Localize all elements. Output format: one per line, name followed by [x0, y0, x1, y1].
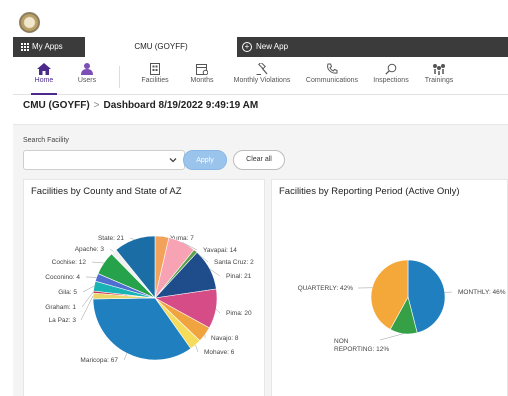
- nav-home-label: Home: [34, 77, 54, 84]
- county-leader-gila: [82, 285, 95, 293]
- breadcrumb-separator: >: [93, 100, 100, 111]
- tab-my-apps[interactable]: My Apps: [13, 37, 85, 57]
- county-label-pinal: Pinal: 21: [226, 273, 252, 280]
- apply-button[interactable]: Apply: [183, 150, 227, 170]
- clear-all-button[interactable]: Clear all: [233, 150, 285, 170]
- add-icon: +: [242, 42, 252, 52]
- nav-home[interactable]: Home: [31, 63, 57, 95]
- nav-facilities-label: Facilities: [141, 77, 169, 84]
- nav-months[interactable]: Months: [187, 63, 217, 93]
- county-leader-maricopa: [123, 353, 128, 361]
- county-label-yavapai: Yavapai: 14: [203, 247, 237, 254]
- county-chart-panel: Yuma: 7 Yavapai: 14 Santa Cruz: 2 Pinal: 21…: [23, 179, 265, 396]
- reporting-chart-panel: MONTHLY: 46% NON REPORTING: 12% QUARTERLY: …: [271, 179, 508, 396]
- search-facility-select[interactable]: [23, 150, 185, 170]
- county-label-la-paz: La Paz: 3: [49, 317, 77, 324]
- reporting-leader-non-reporting: [379, 333, 404, 341]
- county-label-apache: Apache: 3: [75, 246, 105, 253]
- building-icon: [150, 63, 160, 75]
- tab-new-app[interactable]: + New App: [241, 37, 331, 57]
- chevron-down-icon: [169, 158, 177, 163]
- magnifier-icon: [385, 63, 397, 75]
- county-label-navajo: Navajo: 8: [211, 335, 239, 342]
- nav-inspections[interactable]: Inspections: [371, 63, 411, 93]
- gavel-icon: [256, 63, 268, 75]
- tab-cmu-label: CMU (GOYFF): [134, 42, 188, 51]
- county-leader-state: [129, 237, 135, 240]
- app-tab-bar: My Apps CMU (GOYFF) + New App: [13, 37, 508, 57]
- page-title: Dashboard 8/19/2022 9:49:19 AM: [103, 100, 259, 111]
- users-icon: [81, 63, 93, 75]
- county-label-coconino: Coconino: 4: [45, 274, 80, 281]
- reporting-pie-chart: MONTHLY: 46% NON REPORTING: 12% QUARTERLY: …: [298, 259, 506, 353]
- nav-trainings[interactable]: Trainings: [423, 63, 455, 93]
- nav-divider: [119, 66, 120, 88]
- county-label-state: State: 21: [98, 235, 124, 242]
- county-label-mohave: Mohave: 6: [204, 349, 235, 356]
- home-icon: [37, 63, 51, 75]
- nav-monthly-violations[interactable]: Monthly Violations: [229, 63, 295, 93]
- breadcrumb: CMU (GOYFF) > Dashboard 8/19/2022 9:49:19 …: [23, 100, 258, 114]
- nav-communications-label: Communications: [305, 77, 359, 84]
- county-label-graham: Graham: 1: [45, 304, 76, 311]
- nav-users-label: Users: [77, 77, 97, 84]
- county-label-pima: Pima: 20: [226, 310, 252, 317]
- app-header: [0, 0, 508, 36]
- calendar-icon: [196, 64, 208, 75]
- nav-monthly-violations-label: Monthly Violations: [233, 77, 291, 84]
- nav-inspections-label: Inspections: [373, 77, 409, 84]
- county-label-maricopa: Maricopa: 67: [80, 357, 118, 364]
- reporting-label-monthly: MONTHLY: 46%: [458, 289, 506, 296]
- tab-my-apps-label: My Apps: [32, 42, 63, 51]
- state-seal-logo: [19, 12, 40, 33]
- tab-new-app-label: New App: [256, 42, 289, 51]
- county-leader-pima: [215, 308, 221, 314]
- nav-communications[interactable]: Communications: [303, 63, 361, 93]
- county-label-cochise: Cochise: 12: [52, 259, 87, 266]
- reporting-label-quarterly: QUARTERLY: 42%: [298, 285, 354, 292]
- county-leader-graham: [81, 291, 94, 308]
- nav-facilities[interactable]: Facilities: [138, 63, 172, 93]
- grid-icon: [21, 43, 29, 51]
- training-icon: [433, 64, 445, 75]
- search-facility-label: Search Facility: [23, 137, 69, 144]
- county-pie-chart: Yuma: 7Yavapai: 14Santa Cruz: 2Pinal: 21…: [45, 235, 254, 364]
- nav-months-label: Months: [190, 77, 214, 84]
- county-label-santa-cruz: Santa Cruz: 2: [214, 259, 254, 266]
- county-leader-la-paz: [80, 295, 94, 321]
- breadcrumb-root[interactable]: CMU (GOYFF): [23, 100, 90, 111]
- county-chart-title: Facilities by County and State of AZ: [31, 186, 182, 197]
- county-label-gila: Gila: 5: [58, 289, 77, 296]
- nav-users[interactable]: Users: [75, 63, 99, 93]
- dashboard-content: Search Facility Apply Clear all Yuma: 7Y…: [13, 124, 508, 396]
- tab-cmu-goyff[interactable]: CMU (GOYFF): [85, 37, 237, 57]
- county-leader-mohave: [195, 344, 199, 353]
- main-navigation: Home Users Facilities Months Monthly Vio: [13, 57, 508, 95]
- county-leader-cochise: [91, 261, 104, 264]
- reporting-chart-title: Facilities by Reporting Period (Active O…: [279, 186, 460, 197]
- reporting-label-non-reporting: NON REPORTING: 12%: [334, 338, 389, 353]
- nav-trainings-label: Trainings: [424, 77, 454, 84]
- county-leader-apache: [109, 248, 114, 252]
- phone-icon: [327, 63, 338, 74]
